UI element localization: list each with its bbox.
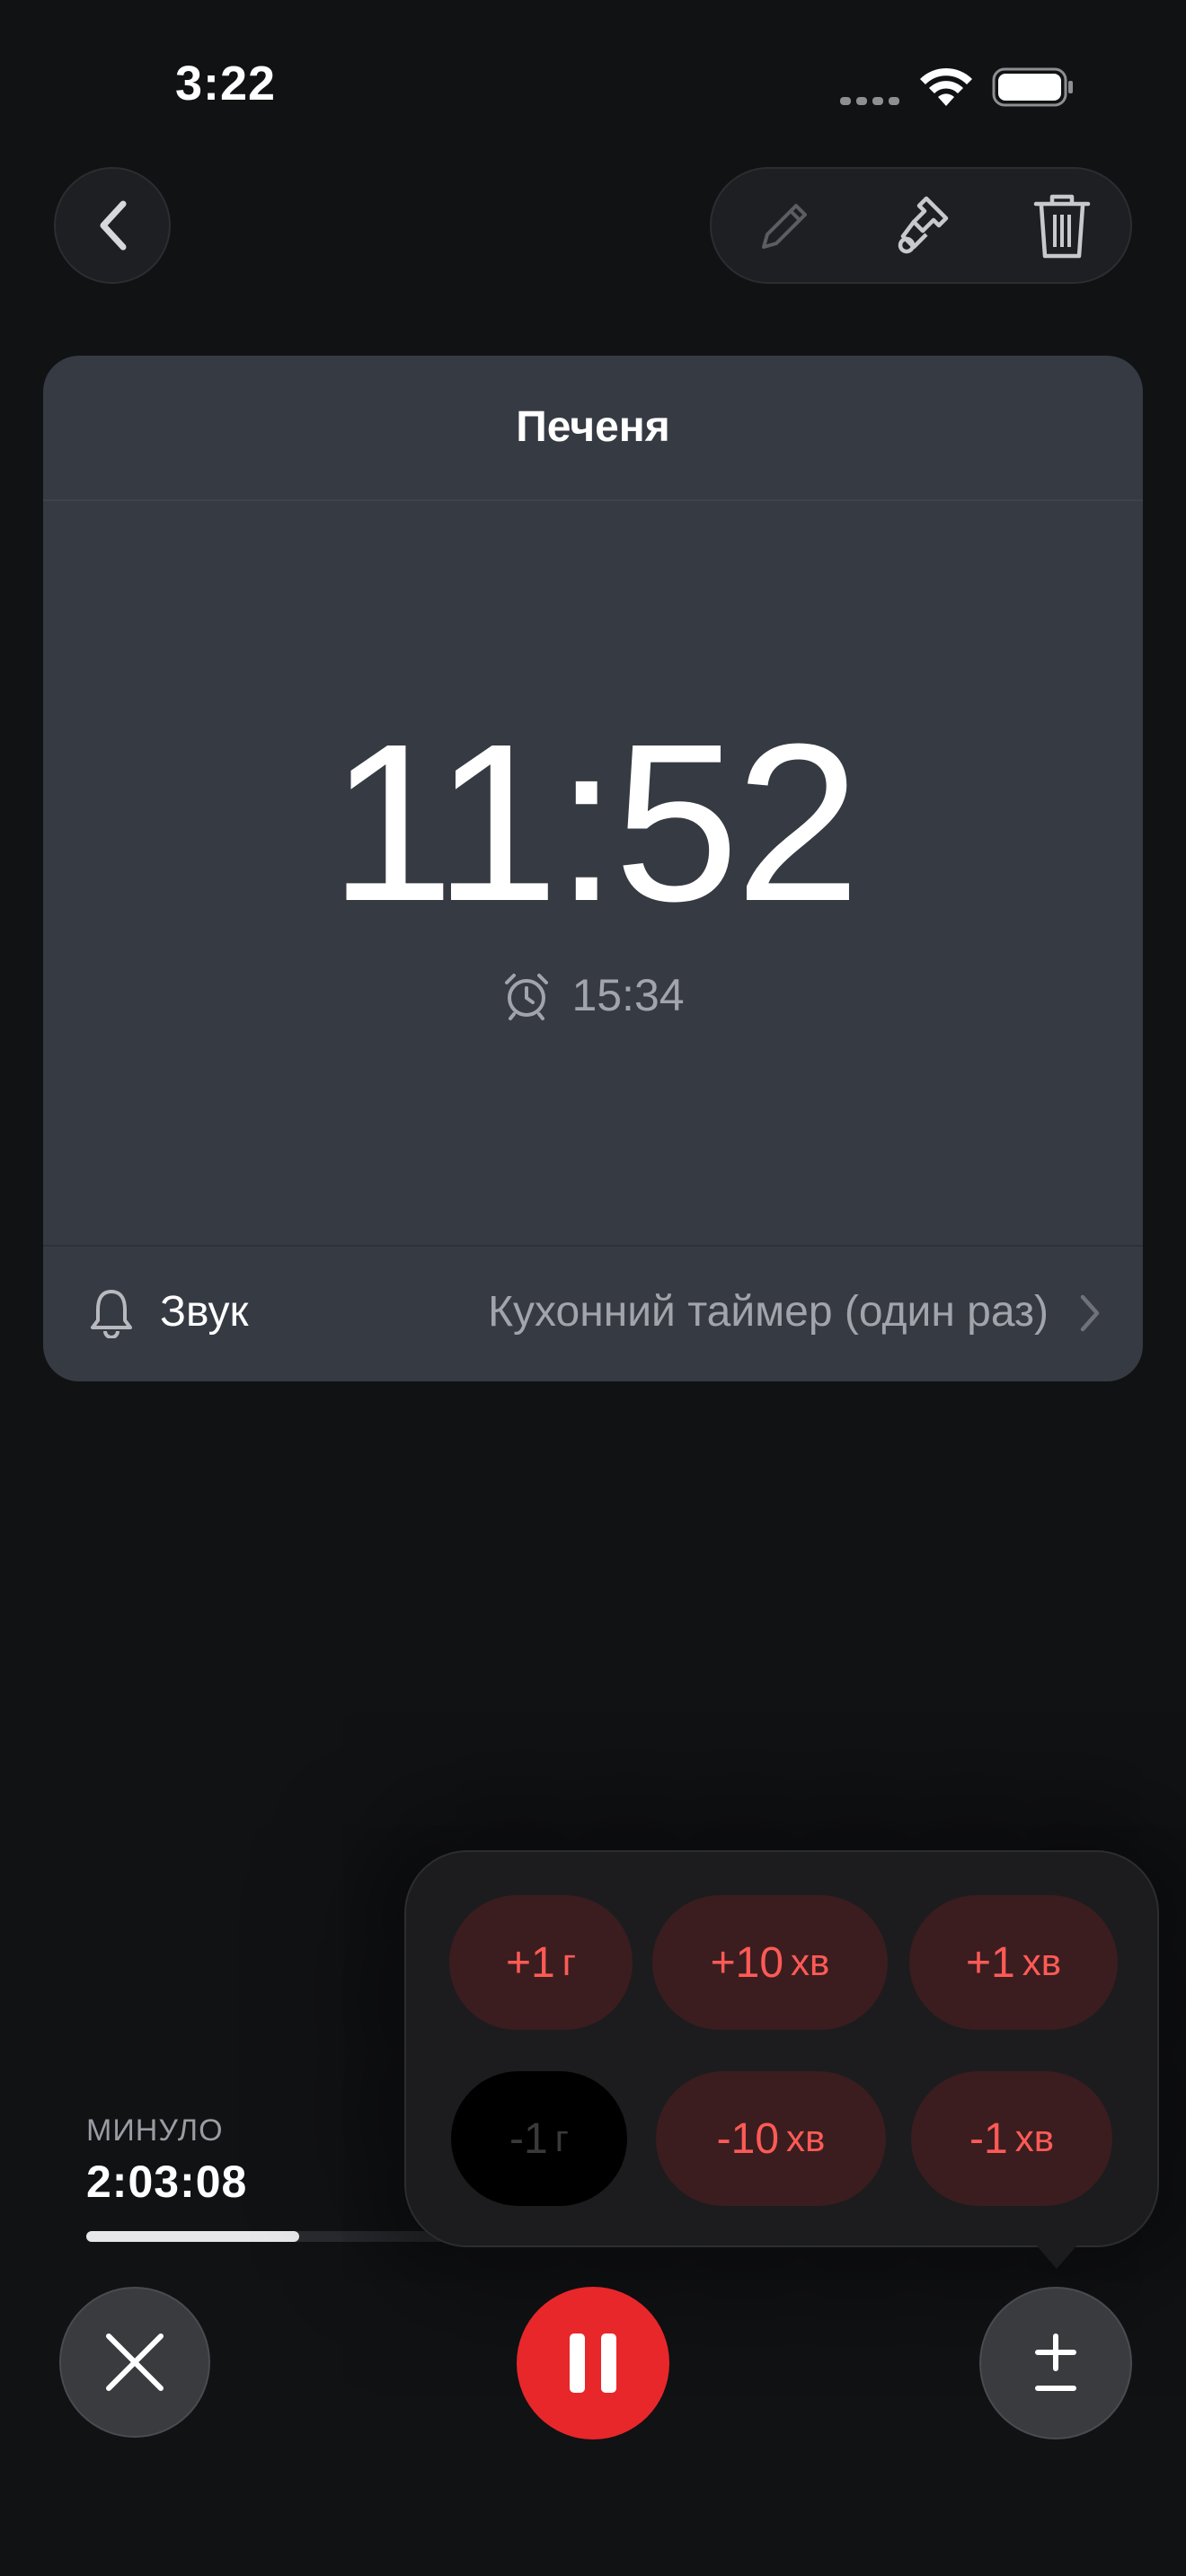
- bell-icon: [91, 1290, 132, 1338]
- end-time: 15:34: [571, 970, 685, 1020]
- sound-value: Кухонний таймер (один раз): [488, 1288, 1049, 1336]
- timer-toolbar: [710, 167, 1132, 284]
- add-10-minutes-button[interactable]: +10 хв: [652, 1895, 888, 2030]
- chevron-right-icon: [1080, 1294, 1100, 1332]
- trash-icon: [1033, 194, 1091, 259]
- add-1-minute-button[interactable]: +1 хв: [909, 1895, 1118, 2030]
- progress-fill: [86, 2231, 299, 2242]
- status-time: 3:22: [175, 57, 277, 110]
- add-1-hour-button[interactable]: +1 г: [449, 1895, 633, 2030]
- back-button[interactable]: [54, 167, 171, 284]
- end-time-row: 15:34: [43, 969, 1143, 1021]
- elapsed-value: 2:03:08: [86, 2157, 248, 2207]
- subtract-1-minute-button[interactable]: -1 хв: [911, 2071, 1112, 2206]
- subtract-10-minutes-button[interactable]: -10 хв: [656, 2071, 886, 2206]
- battery-icon: [992, 67, 1073, 107]
- divider: [43, 499, 1143, 501]
- chevron-left-icon: [100, 200, 127, 251]
- adjust-popover: +1 г +10 хв +1 хв -1 г -10 хв -1 хв: [404, 1850, 1159, 2247]
- cellular-signal-icon: [840, 93, 905, 110]
- xmark-icon: [106, 2333, 164, 2391]
- timer-name: Печеня: [516, 403, 670, 451]
- sound-row[interactable]: Звук Кухонний таймер (один раз): [43, 1247, 1143, 1381]
- timer-card: Печеня 11:52 15:34 Звук Кухонний таймер …: [43, 356, 1143, 1381]
- remaining-time: 11:52: [329, 697, 860, 948]
- style-button[interactable]: [878, 182, 968, 272]
- popover-tail: [1033, 2242, 1080, 2269]
- paintbrush-icon: [898, 196, 949, 254]
- plus-minus-icon: [1035, 2333, 1076, 2391]
- elapsed-label: МИНУЛО: [86, 2113, 224, 2148]
- adjust-time-button[interactable]: [979, 2287, 1132, 2439]
- edit-button[interactable]: [739, 182, 828, 272]
- alarm-clock-icon: [505, 974, 549, 1020]
- pause-icon: [570, 2333, 616, 2393]
- cancel-button[interactable]: [59, 2287, 210, 2438]
- delete-button[interactable]: [1017, 182, 1107, 272]
- pause-button[interactable]: [517, 2287, 669, 2439]
- sound-label: Звук: [160, 1288, 249, 1336]
- wifi-icon: [920, 67, 972, 106]
- subtract-1-hour-button[interactable]: -1 г: [451, 2071, 627, 2206]
- pencil-icon: [762, 204, 807, 249]
